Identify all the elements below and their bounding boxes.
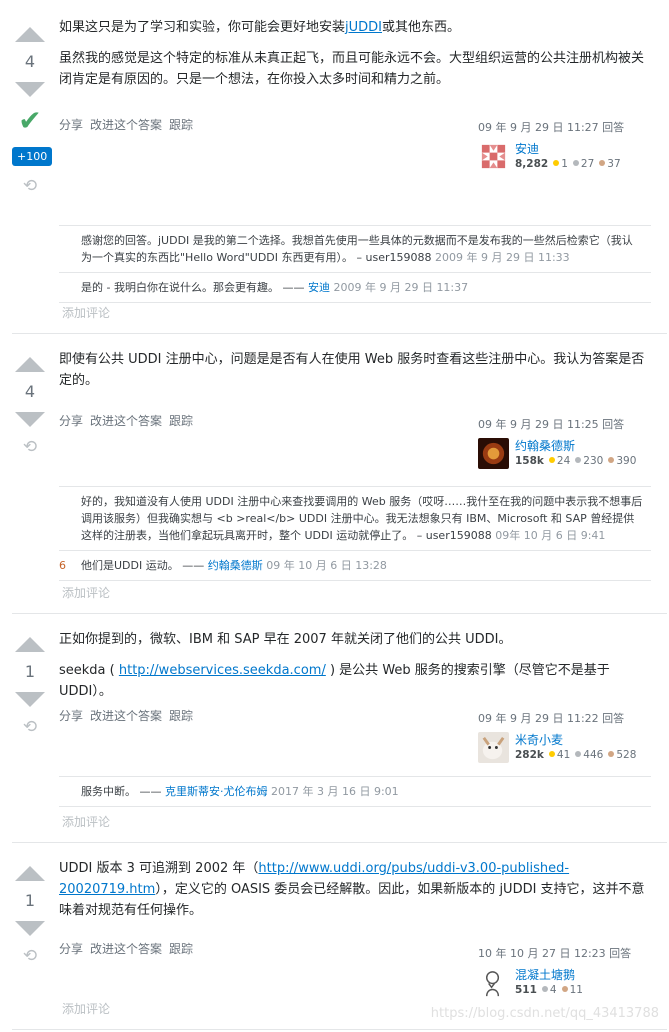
comment-list: 服务中断。 —— 克里斯蒂安·尤伦布姆 2017 年 3 月 16 日 9:01 [59,776,651,807]
comment: 服务中断。 —— 克里斯蒂安·尤伦布姆 2017 年 3 月 16 日 9:01 [59,777,651,807]
user-name-link[interactable]: 安迪 [515,141,621,157]
vote-count: 1 [24,891,36,910]
answer-paragraph: 正如你提到的，微软、IBM 和 SAP 早在 2007 年就关闭了他们的公共 U… [59,632,512,647]
improve-link[interactable]: 改进这个答案 [90,118,162,132]
follow-link[interactable]: 跟踪 [169,942,193,956]
answer-paragraph: 即使有公共 UDDI 注册中心，问题是是否有人在使用 Web 服务时查看这些注册… [59,352,645,388]
answer-paragraph: 如果这只是为了学习和实验，你可能会更好地安装jUDDI或其他东西。 [59,20,461,35]
bounty-badge: +100 [12,147,53,166]
answer-divider [12,333,667,334]
answer-paragraph: UDDI 版本 3 可追溯到 2002 年（http://www.uddi.or… [59,861,645,918]
upvote-icon[interactable] [15,866,45,881]
accepted-check-icon: ✔ [18,104,42,137]
share-link[interactable]: 分享 [59,118,83,132]
add-comment-link[interactable]: 添加评论 [62,304,110,321]
vote-count: 4 [24,52,36,71]
vote-count: 4 [24,382,36,401]
answered-time: 09 年 9 月 29 日 11:27 回答 [478,121,625,134]
comment: 6 他们是UDDI 运动。 —— 约翰桑德斯 09 年 10 月 6 日 13:2… [59,551,651,581]
answer-body: 即使有公共 UDDI 注册中心，问题是是否有人在使用 Web 服务时查看这些注册… [59,349,649,401]
add-comment-link[interactable]: 添加评论 [62,1000,110,1017]
answer-paragraph: 虽然我的感觉是这个特定的标准从未真正起飞，而且可能永远不会。大型组织运营的公共注… [59,51,645,87]
downvote-icon[interactable] [15,412,45,427]
answer-link[interactable]: jUDDI [345,20,382,35]
answer-paragraph: seekda ( http://webservices.seekda.com/ … [59,663,610,699]
history-icon[interactable]: ⟲ [12,176,48,196]
post-menu: 分享 改进这个答案 跟踪 [59,940,200,957]
user-avatar[interactable] [478,141,509,172]
upvote-icon[interactable] [15,637,45,652]
comment-date: 09 年 10 月 6 日 13:28 [266,559,387,572]
answered-time: 09 年 9 月 29 日 11:22 回答 [478,712,625,725]
add-comment-link[interactable]: 添加评论 [62,584,110,601]
history-icon[interactable]: ⟲ [12,717,48,737]
comment-user[interactable]: user159088 [366,251,432,264]
downvote-icon[interactable] [15,82,45,97]
comment-user[interactable]: 约翰桑德斯 [208,559,263,572]
comment-user[interactable]: 安迪 [308,281,330,294]
user-signature: 10 年 10 月 27 日 12:23 回答 混凝土塘鹅 511 4 11 [478,945,658,998]
comment-date: 2009 年 9 月 29 日 11:37 [333,281,469,294]
upvote-icon[interactable] [15,357,45,372]
answer-divider [12,842,667,843]
user-name-link[interactable]: 约翰桑德斯 [515,438,636,454]
share-link[interactable]: 分享 [59,942,83,956]
comment-date: 2017 年 3 月 16 日 9:01 [271,785,399,798]
comment-score: 6 [59,559,66,572]
comment: 感谢您的回答。jUDDI 是我的第二个选择。我想首先使用一些具体的元数据而不是发… [59,226,651,273]
user-avatar[interactable] [478,967,509,998]
vote-cell: 1 ⟲ [12,637,48,737]
vote-cell: 4 ✔ +100 ⟲ [12,27,53,196]
answer-divider [12,613,667,614]
improve-link[interactable]: 改进这个答案 [90,414,162,428]
answered-time: 10 年 10 月 27 日 12:23 回答 [478,947,632,960]
post-menu: 分享 改进这个答案 跟踪 [59,412,200,429]
follow-link[interactable]: 跟踪 [169,118,193,132]
history-icon[interactable]: ⟲ [12,946,48,966]
follow-link[interactable]: 跟踪 [169,709,193,723]
user-signature: 09 年 9 月 29 日 11:27 回答 安迪 8,282 1 27 37 [478,119,658,172]
answered-time: 09 年 9 月 29 日 11:25 回答 [478,418,625,431]
user-name-link[interactable]: 米奇小麦 [515,732,636,748]
post-menu: 分享 改进这个答案 跟踪 [59,116,200,133]
user-reputation: 282k 41 446 528 [515,749,637,761]
answer-link[interactable]: http://webservices.seekda.com/ [119,663,326,678]
answer-body: 如果这只是为了学习和实验，你可能会更好地安装jUDDI或其他东西。 虽然我的感觉… [59,17,649,100]
comment-user[interactable]: 克里斯蒂安·尤伦布姆 [165,785,268,798]
answer-body: 正如你提到的，微软、IBM 和 SAP 早在 2007 年就关闭了他们的公共 U… [59,629,649,712]
watermark: https://blog.csdn.net/qq_43413788 [430,1006,659,1021]
comment-list: 感谢您的回答。jUDDI 是我的第二个选择。我想首先使用一些具体的元数据而不是发… [59,225,651,303]
answer-divider [12,1029,667,1030]
improve-link[interactable]: 改进这个答案 [90,942,162,956]
comment-list: 好的，我知道没有人使用 UDDI 注册中心来查找要调用的 Web 服务（哎呀……… [59,486,651,581]
answer-body: UDDI 版本 3 可追溯到 2002 年（http://www.uddi.or… [59,858,649,931]
downvote-icon[interactable] [15,692,45,707]
comment: 是的 - 我明白你在说什么。那会更有趣。 —— 安迪 2009 年 9 月 29… [59,273,651,303]
user-reputation: 158k 24 230 390 [515,455,637,467]
history-icon[interactable]: ⟲ [12,437,48,457]
user-signature: 09 年 9 月 29 日 11:25 回答 约翰桑德斯 158k 24 230 39… [478,416,658,469]
upvote-icon[interactable] [15,27,45,42]
user-avatar[interactable] [478,732,509,763]
user-name-link[interactable]: 混凝土塘鹅 [515,967,583,983]
user-signature: 09 年 9 月 29 日 11:22 回答 米奇小麦 282k 41 446 528 [478,710,658,763]
follow-link[interactable]: 跟踪 [169,414,193,428]
comment-user[interactable]: user159088 [426,529,492,542]
add-comment-link[interactable]: 添加评论 [62,813,110,830]
vote-count: 1 [24,662,36,681]
user-reputation: 8,282 1 27 37 [515,158,621,170]
share-link[interactable]: 分享 [59,709,83,723]
comment: 好的，我知道没有人使用 UDDI 注册中心来查找要调用的 Web 服务（哎呀……… [59,487,651,551]
user-avatar[interactable] [478,438,509,469]
user-reputation: 511 4 11 [515,984,583,996]
share-link[interactable]: 分享 [59,414,83,428]
vote-cell: 1 ⟲ [12,866,48,966]
improve-link[interactable]: 改进这个答案 [90,709,162,723]
post-menu: 分享 改进这个答案 跟踪 [59,707,200,724]
vote-cell: 4 ⟲ [12,357,48,457]
comment-date: 2009 年 9 月 29 日 11:33 [434,251,570,264]
comment-date: 09年 10 月 6 日 9:41 [495,529,606,542]
downvote-icon[interactable] [15,921,45,936]
